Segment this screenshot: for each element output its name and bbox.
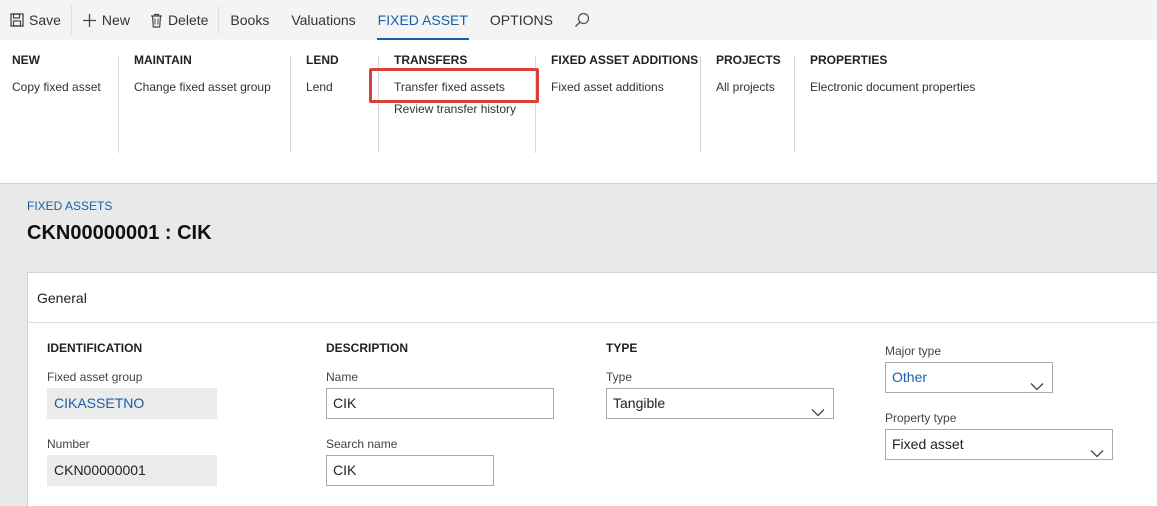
review-transfer-history-button[interactable]: Review transfer history bbox=[394, 98, 516, 120]
select-value: Tangible bbox=[613, 395, 666, 411]
delete-button[interactable]: Delete bbox=[140, 0, 218, 40]
trash-icon bbox=[150, 13, 163, 28]
ribbon-group-new: NEW Copy fixed asset bbox=[12, 52, 101, 165]
field-label: Property type bbox=[885, 411, 957, 425]
ribbon-group-header: PROJECTS bbox=[716, 53, 781, 67]
tab-options[interactable]: OPTIONS bbox=[479, 0, 564, 40]
plus-icon bbox=[82, 13, 97, 28]
ribbon-group-properties: PROPERTIES Electronic document propertie… bbox=[810, 52, 975, 165]
field-label: Type bbox=[606, 370, 633, 384]
search-button[interactable] bbox=[564, 0, 605, 40]
property-type-select[interactable]: Fixed asset bbox=[885, 429, 1113, 460]
delete-label: Delete bbox=[167, 12, 209, 28]
new-button[interactable]: New bbox=[72, 0, 140, 40]
tab-books[interactable]: Books bbox=[219, 0, 280, 40]
search-name-input[interactable]: CIK bbox=[326, 455, 494, 486]
section-heading: TYPE bbox=[606, 341, 638, 355]
breadcrumb[interactable]: FIXED ASSETS bbox=[27, 199, 112, 213]
ribbon-group-fixed-asset-additions: FIXED ASSET ADDITIONS Fixed asset additi… bbox=[551, 52, 698, 165]
type-section: TYPE Type Tangible bbox=[606, 341, 834, 419]
fixed-asset-additions-button[interactable]: Fixed asset additions bbox=[551, 76, 698, 98]
ribbon-group-maintain: MAINTAIN Change fixed asset group bbox=[134, 52, 271, 165]
page-content: FIXED ASSETS CKN00000001 : CIK General I… bbox=[0, 184, 1157, 506]
ribbon-divider bbox=[535, 56, 536, 153]
chevron-down-icon bbox=[1030, 372, 1044, 401]
save-label: Save bbox=[29, 12, 61, 28]
change-fixed-asset-group-button[interactable]: Change fixed asset group bbox=[134, 76, 271, 98]
fixed-asset-group-field[interactable]: CIKASSETNO bbox=[47, 388, 217, 419]
general-fasttab: General IDENTIFICATION Fixed asset group… bbox=[27, 272, 1157, 506]
type-select[interactable]: Tangible bbox=[606, 388, 834, 419]
ribbon-group-header: MAINTAIN bbox=[134, 53, 192, 67]
general-header[interactable]: General bbox=[28, 273, 1157, 323]
ribbon-divider bbox=[378, 56, 379, 153]
page-title: CKN00000001 : CIK bbox=[27, 222, 212, 244]
ribbon-divider bbox=[700, 56, 701, 153]
field-label: Name bbox=[326, 370, 359, 384]
ribbon-group-header: TRANSFERS bbox=[394, 53, 468, 67]
save-button[interactable]: Save bbox=[0, 0, 71, 40]
transfer-fixed-assets-button[interactable]: Transfer fixed assets bbox=[394, 76, 516, 98]
ribbon-divider bbox=[118, 56, 119, 153]
ribbon-group-transfers: TRANSFERS Transfer fixed assets Review t… bbox=[394, 52, 516, 165]
field-label: Number bbox=[47, 437, 90, 451]
field-label: Major type bbox=[885, 344, 942, 358]
section-heading: DESCRIPTION bbox=[326, 341, 409, 355]
all-projects-button[interactable]: All projects bbox=[716, 76, 781, 98]
ribbon-group-header: NEW bbox=[12, 53, 40, 67]
select-value: Fixed asset bbox=[892, 436, 964, 452]
field-label: Fixed asset group bbox=[47, 370, 143, 384]
ribbon-group-header: FIXED ASSET ADDITIONS bbox=[551, 53, 699, 67]
field-label: Search name bbox=[326, 437, 398, 451]
chevron-down-icon bbox=[1090, 439, 1104, 468]
ribbon-group-header: LEND bbox=[306, 53, 339, 67]
name-input[interactable]: CIK bbox=[326, 388, 554, 419]
copy-fixed-asset-button[interactable]: Copy fixed asset bbox=[12, 76, 101, 98]
ribbon-group-projects: PROJECTS All projects bbox=[716, 52, 781, 165]
ribbon-group-lend: LEND Lend bbox=[306, 52, 339, 165]
select-value: Other bbox=[892, 369, 928, 385]
ribbon: NEW Copy fixed asset MAINTAIN Change fix… bbox=[0, 40, 1157, 184]
chevron-down-icon bbox=[811, 398, 825, 427]
tab-valuations[interactable]: Valuations bbox=[280, 0, 366, 40]
section-heading: IDENTIFICATION bbox=[47, 341, 143, 355]
major-type-select[interactable]: Other bbox=[885, 362, 1053, 393]
tab-fixed-asset[interactable]: FIXED ASSET bbox=[367, 0, 479, 40]
action-bar: Save New Delete Books Valuations FIXED A… bbox=[0, 0, 1157, 40]
number-field: CKN00000001 bbox=[47, 455, 217, 486]
save-icon bbox=[10, 13, 24, 27]
lend-button[interactable]: Lend bbox=[306, 76, 339, 98]
description-section: DESCRIPTION Name CIK Search name CIK bbox=[326, 341, 554, 486]
electronic-document-properties-button[interactable]: Electronic document properties bbox=[810, 76, 975, 98]
identification-section: IDENTIFICATION Fixed asset group CIKASSE… bbox=[47, 341, 217, 486]
ribbon-group-header: PROPERTIES bbox=[810, 53, 888, 67]
ribbon-divider bbox=[290, 56, 291, 153]
search-icon bbox=[574, 12, 590, 28]
major-type-section: Major type Other Property type Fixed ass… bbox=[885, 344, 1113, 460]
new-label: New bbox=[101, 12, 130, 28]
ribbon-divider bbox=[794, 56, 795, 153]
